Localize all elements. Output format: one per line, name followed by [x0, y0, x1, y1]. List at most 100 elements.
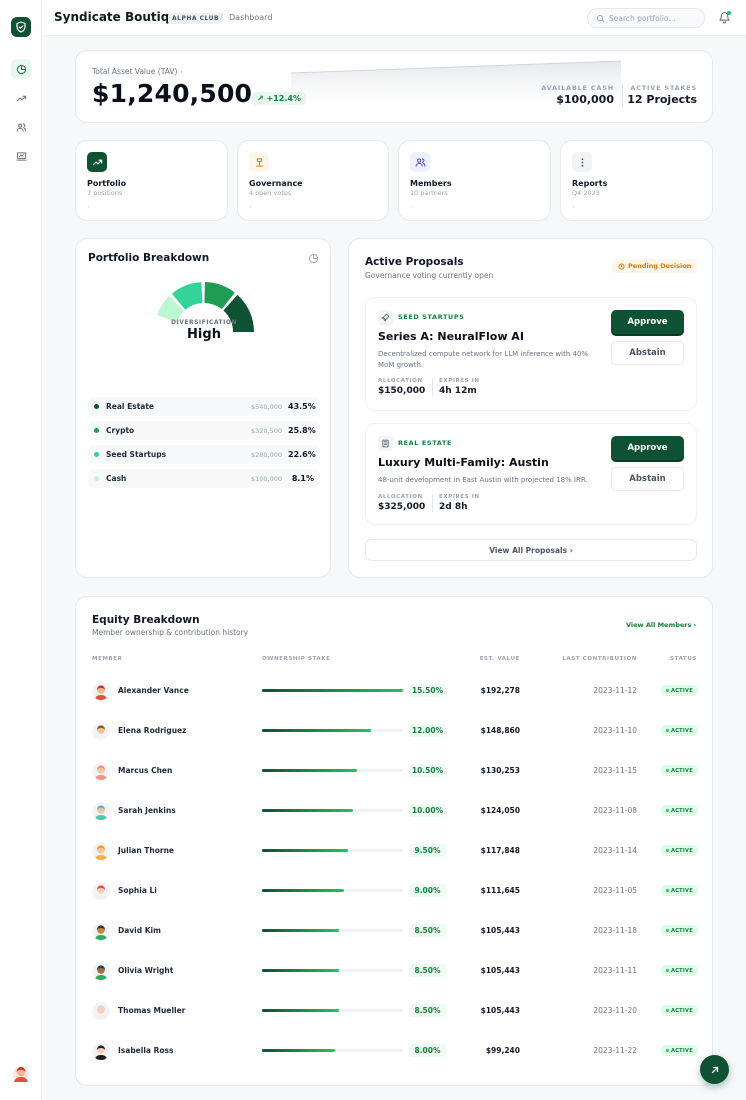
stake-percent: 12.00%	[409, 724, 446, 737]
tav-change-badge: ↗ +12.4%	[252, 92, 306, 105]
est-value: $105,443	[480, 926, 520, 935]
legend-item[interactable]: Real Estate $540,000 43.5%	[88, 397, 320, 416]
stake-percent: 8.00%	[409, 1044, 446, 1057]
approve-button[interactable]: Approve	[611, 310, 684, 334]
status-badge: ACTIVE	[661, 885, 698, 896]
quick-members-card[interactable]: Members 10 partners ›	[398, 140, 551, 221]
quick-title: Reports	[572, 179, 608, 188]
search-input[interactable]: Search portfolio...	[587, 8, 705, 28]
nav-trending-up-icon[interactable]	[11, 88, 31, 108]
pie-chart-icon[interactable]	[308, 253, 319, 264]
member-name[interactable]: Isabella Ross	[118, 1046, 173, 1055]
available-cash-value: $100,000	[556, 93, 614, 106]
legend-percent: 25.8%	[288, 426, 316, 435]
table-row[interactable]: Sarah Jenkins 10.00% $124,050 2023-11-08…	[76, 791, 714, 831]
legend-dot	[94, 428, 99, 433]
view-all-members-link[interactable]: View All Members ›	[626, 621, 696, 629]
status-badge: ACTIVE	[661, 805, 698, 816]
stake-bar-fill	[262, 929, 339, 932]
active-stakes-value: 12 Projects	[627, 93, 697, 106]
approve-button[interactable]: Approve	[611, 436, 684, 460]
available-cash-label: AVAILABLE CASH	[541, 84, 614, 92]
legend-item[interactable]: Cash $100,000 8.1%	[88, 469, 320, 488]
proposal-category: REAL ESTATE	[398, 439, 452, 447]
legend-name: Crypto	[106, 426, 135, 435]
stake-bar-fill	[262, 769, 357, 772]
gavel-icon	[249, 152, 269, 172]
member-name[interactable]: David Kim	[118, 926, 161, 935]
table-row[interactable]: Sophia Li 9.00% $111,645 2023-11-05 ACTI…	[76, 871, 714, 911]
stake-bar	[262, 809, 403, 812]
avatar	[92, 1042, 110, 1060]
table-row[interactable]: David Kim 8.50% $105,443 2023-11-18 ACTI…	[76, 911, 714, 951]
expires-value: 4h 12m	[439, 386, 477, 396]
allocation-label: ALLOCATION	[378, 494, 423, 500]
table-row[interactable]: Julian Thorne 9.50% $117,848 2023-11-14 …	[76, 831, 714, 871]
stake-percent: 10.50%	[409, 764, 446, 777]
table-row[interactable]: Alexander Vance 15.50% $192,278 2023-11-…	[76, 671, 714, 711]
external-link-fab[interactable]	[700, 1055, 729, 1084]
table-row[interactable]: Isabella Ross 8.00% $99,240 2023-11-22 A…	[76, 1031, 714, 1071]
chevron-right-icon: ›	[249, 203, 252, 211]
proposal-category: SEED STARTUPS	[398, 313, 465, 321]
sidebar	[0, 0, 42, 1100]
quick-governance-card[interactable]: Governance 4 open votes ›	[237, 140, 389, 221]
user-avatar[interactable]	[11, 1063, 31, 1083]
member-name[interactable]: Olivia Wright	[118, 966, 173, 975]
member-name[interactable]: Alexander Vance	[118, 686, 189, 695]
table-row[interactable]: Olivia Wright 8.50% $105,443 2023-11-11 …	[76, 951, 714, 991]
section-title: Portfolio Breakdown	[88, 252, 210, 264]
nav-pie-chart-icon[interactable]	[11, 59, 31, 79]
member-name[interactable]: Sophia Li	[118, 886, 157, 895]
quick-portfolio-card[interactable]: Portfolio 7 positions ›	[75, 140, 228, 221]
legend-amount: $540,000	[250, 402, 282, 411]
legend-item[interactable]: Seed Startups $280,000 22.6%	[88, 445, 320, 464]
view-all-proposals-button[interactable]: View All Proposals ›	[365, 539, 697, 561]
tav-label[interactable]: Total Asset Value (TAV) ›	[92, 67, 183, 76]
est-value: $124,050	[480, 806, 520, 815]
section-title: Active Proposals	[365, 256, 464, 268]
breadcrumb[interactable]: Dashboard	[229, 13, 272, 22]
quick-sub: 10 partners	[410, 189, 448, 197]
last-contribution: 2023-11-14	[593, 846, 637, 855]
last-contribution: 2023-11-11	[593, 966, 637, 975]
stake-bar-fill	[262, 849, 348, 852]
avatar	[92, 1002, 110, 1020]
club-badge: ALPHA CLUB	[168, 13, 224, 24]
status-badge: ACTIVE	[661, 765, 698, 776]
est-value: $130,253	[480, 766, 520, 775]
legend-item[interactable]: Crypto $320,500 25.8%	[88, 421, 320, 440]
expires-value: 2d 8h	[439, 502, 468, 512]
member-name[interactable]: Sarah Jenkins	[118, 806, 176, 815]
last-contribution: 2023-11-20	[593, 1006, 637, 1015]
table-row[interactable]: Elena Rodriguez 12.00% $148,860 2023-11-…	[76, 711, 714, 751]
est-value: $105,443	[480, 1006, 520, 1015]
nav-presentation-icon[interactable]	[11, 146, 31, 166]
proposal-description: 48-unit development in East Austin with …	[378, 476, 588, 484]
users-icon	[410, 152, 430, 172]
proposal-title: Luxury Multi-Family: Austin	[378, 456, 549, 469]
table-row[interactable]: Marcus Chen 10.50% $130,253 2023-11-15 A…	[76, 751, 714, 791]
top-bar: Syndicate Boutique ALPHA CLUB / Dashboar…	[42, 0, 746, 36]
last-contribution: 2023-11-22	[593, 1046, 637, 1055]
rocket-icon	[378, 310, 393, 325]
status-badge: ACTIVE	[661, 725, 698, 736]
member-name[interactable]: Thomas Mueller	[118, 1006, 185, 1015]
member-name[interactable]: Marcus Chen	[118, 766, 172, 775]
status-badge: ACTIVE	[661, 965, 698, 976]
last-contribution: 2023-11-12	[593, 686, 637, 695]
diversification-value: High	[187, 327, 221, 342]
abstain-button[interactable]: Abstain	[611, 467, 684, 491]
search-placeholder: Search portfolio...	[609, 13, 676, 23]
table-row[interactable]: Thomas Mueller 8.50% $105,443 2023-11-20…	[76, 991, 714, 1031]
member-name[interactable]: Julian Thorne	[118, 846, 174, 855]
est-value: $192,278	[480, 686, 520, 695]
shield-logo-icon[interactable]	[11, 17, 31, 37]
stake-percent: 8.50%	[409, 964, 446, 977]
proposal-card: REAL ESTATE Luxury Multi-Family: Austin …	[365, 423, 697, 525]
nav-users-icon[interactable]	[11, 117, 31, 137]
quick-reports-card[interactable]: Reports Q4 2023 ›	[560, 140, 713, 221]
member-name[interactable]: Elena Rodriguez	[118, 726, 187, 735]
avatar	[92, 882, 110, 900]
abstain-button[interactable]: Abstain	[611, 341, 684, 365]
